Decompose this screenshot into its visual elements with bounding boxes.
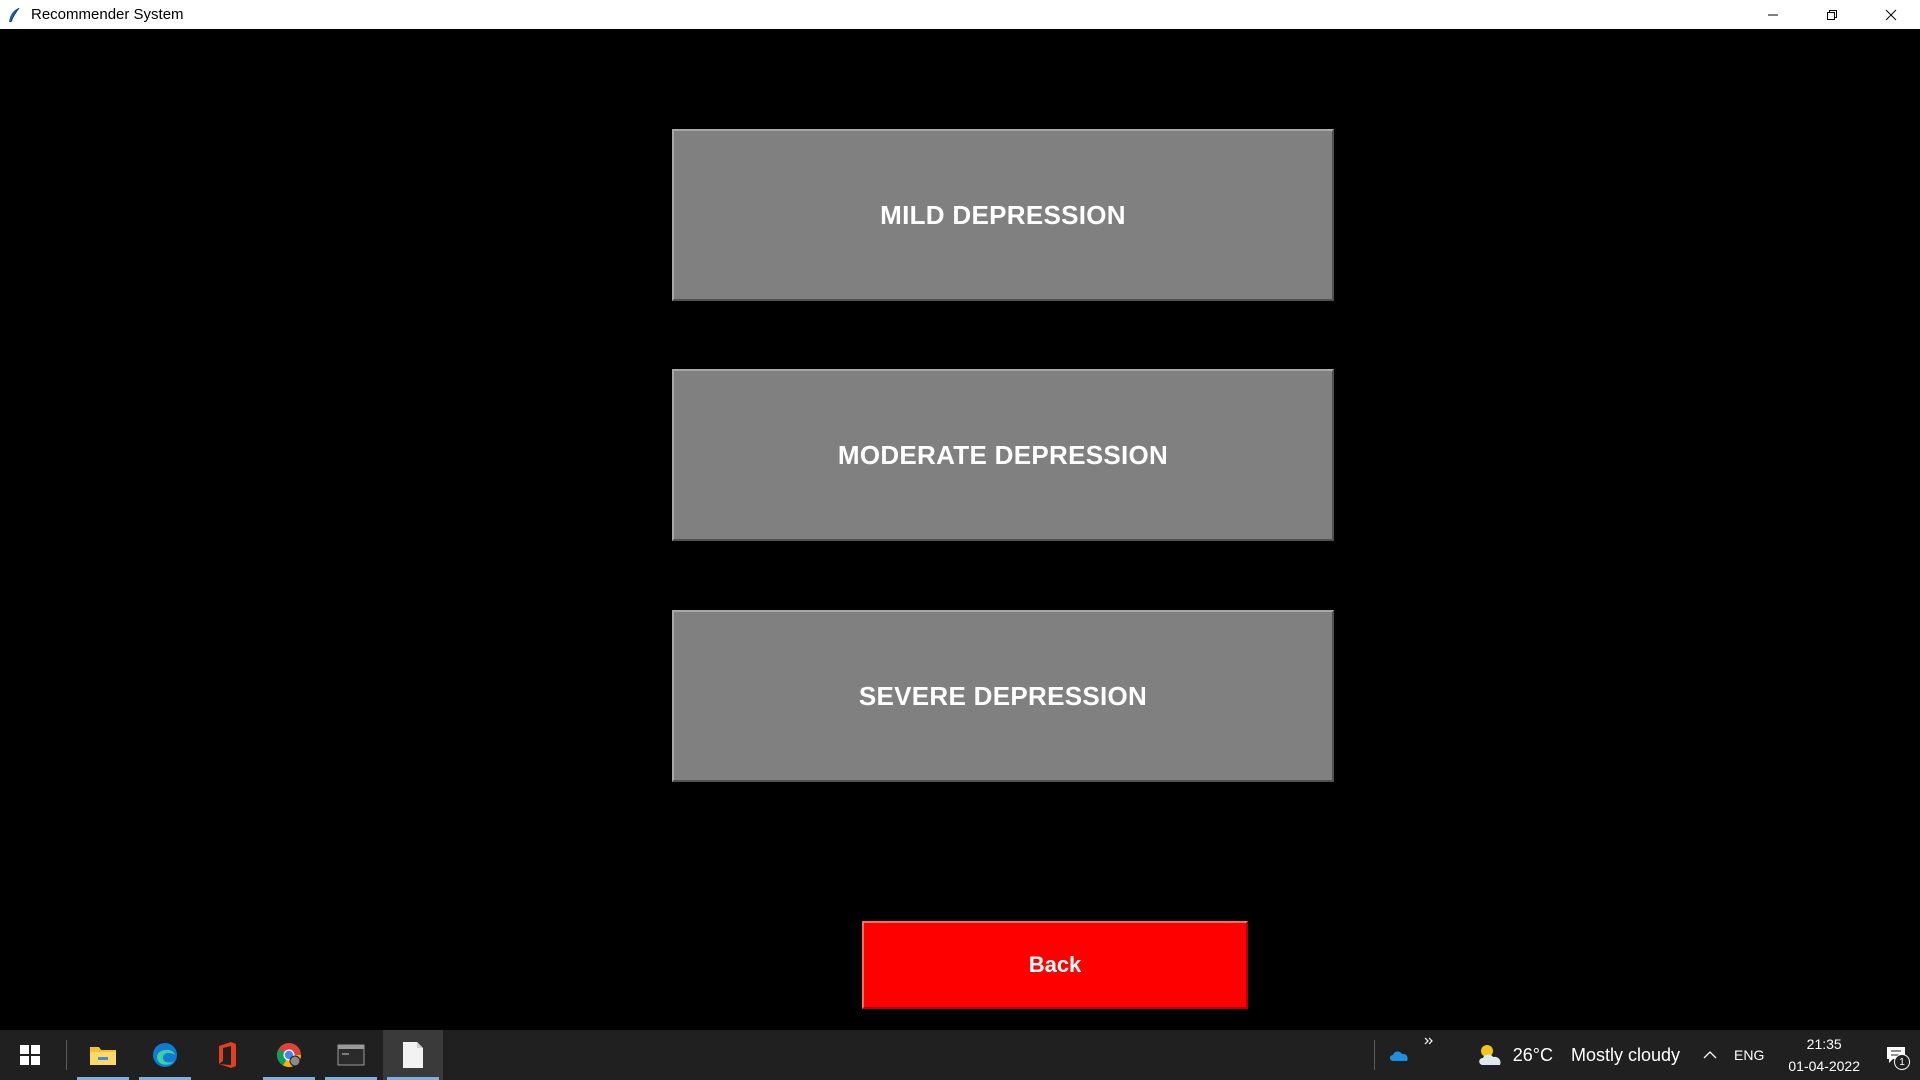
weather-temp: 26°C [1512, 1044, 1553, 1065]
restore-button[interactable] [1802, 0, 1861, 29]
mild-depression-button[interactable]: MILD DEPRESSION [672, 129, 1334, 301]
taskbar-separator [66, 1040, 67, 1070]
taskbar-terminal[interactable] [321, 1030, 381, 1080]
window-controls [1743, 0, 1920, 29]
edge-icon [153, 1043, 177, 1067]
main-canvas: MILD DEPRESSION MODERATE DEPRESSION SEVE… [0, 29, 1920, 1030]
restore-icon [1826, 9, 1837, 20]
chevron-up-icon [1703, 1051, 1717, 1059]
title-bar: Recommender System [0, 0, 1920, 29]
severe-depression-button[interactable]: SEVERE DEPRESSION [672, 610, 1334, 782]
start-button[interactable] [0, 1030, 60, 1080]
office-icon [219, 1042, 236, 1068]
taskbar-edge[interactable] [135, 1030, 195, 1080]
taskbar-document[interactable] [383, 1030, 443, 1080]
taskbar-chrome[interactable] [259, 1030, 319, 1080]
taskbar-file-explorer[interactable] [73, 1030, 133, 1080]
taskbar-office[interactable] [197, 1030, 257, 1080]
partly-cloudy-icon [1479, 1045, 1501, 1065]
system-tray: 26°C Mostly cloudy ENG 21:35 01-04-2022 … [1368, 1030, 1920, 1080]
terminal-icon [337, 1044, 365, 1066]
close-button[interactable] [1861, 0, 1920, 29]
document-icon [403, 1042, 423, 1068]
clock-time: 21:35 [1806, 1036, 1842, 1052]
minimize-icon [1767, 14, 1778, 15]
clock-date: 01-04-2022 [1788, 1058, 1860, 1074]
moderate-depression-button[interactable]: MODERATE DEPRESSION [672, 369, 1334, 541]
close-icon [1885, 9, 1896, 20]
weather-widget[interactable]: 26°C Mostly cloudy [1477, 1030, 1698, 1080]
language-indicator[interactable]: ENG [1734, 1030, 1764, 1080]
onedrive-icon [1389, 1051, 1408, 1061]
taskbar: 26°C Mostly cloudy ENG 21:35 01-04-2022 … [0, 1030, 1920, 1080]
notification-center-button[interactable]: 1 [1872, 1030, 1920, 1080]
windows-icon [20, 1045, 40, 1065]
back-button[interactable]: Back [862, 921, 1248, 1009]
tray-overflow-chevron[interactable] [1417, 1030, 1441, 1080]
double-chevron-icon [1424, 1037, 1433, 1045]
feather-app-icon [6, 7, 22, 23]
window-title: Recommender System [31, 6, 184, 23]
minimize-button[interactable] [1743, 0, 1802, 29]
weather-condition: Mostly cloudy [1570, 1044, 1681, 1065]
show-hidden-icons-button[interactable] [1698, 1030, 1722, 1080]
chrome-icon [276, 1043, 301, 1068]
file-explorer-icon [90, 1047, 116, 1065]
tray-separator [1373, 1040, 1375, 1070]
notification-count-badge: 1 [1894, 1054, 1910, 1070]
clock[interactable]: 21:35 01-04-2022 [1788, 1030, 1860, 1080]
onedrive-tray-item[interactable] [1381, 1030, 1417, 1080]
